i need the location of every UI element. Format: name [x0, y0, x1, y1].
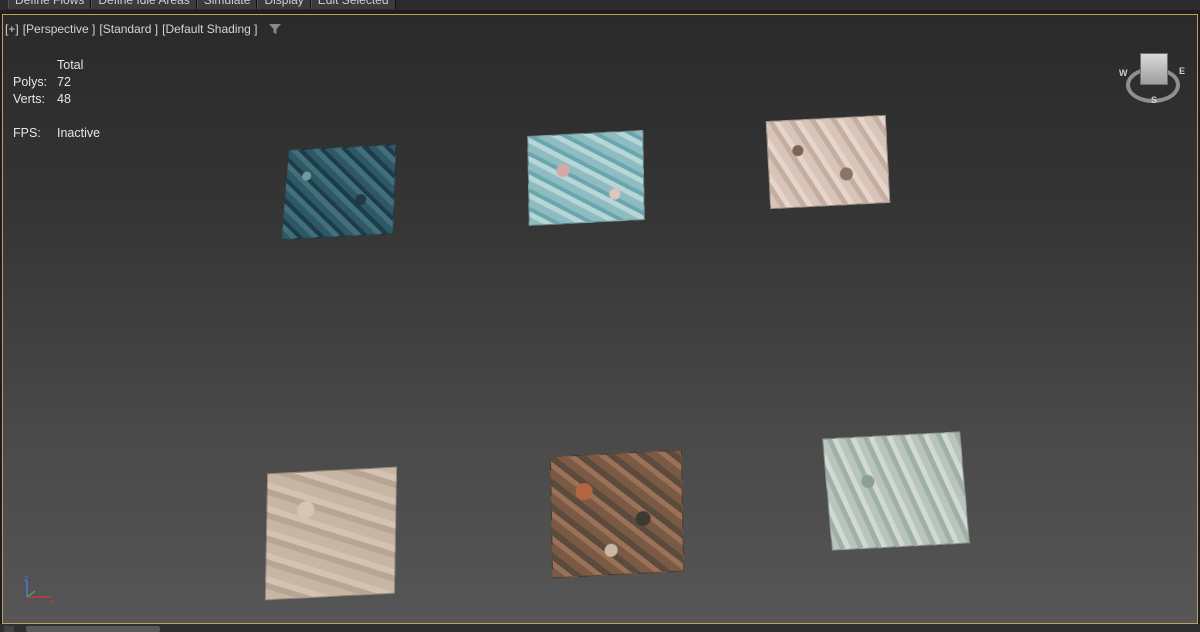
tab-display[interactable]: Display	[257, 0, 311, 9]
tab-edit-selected[interactable]: Edit Selected	[310, 0, 396, 9]
bottom-scrollbar[interactable]	[0, 624, 1200, 632]
perspective-viewport[interactable]: [+] [Perspective ] [Standard ] [Default …	[2, 14, 1198, 624]
viewport-style-menu[interactable]: [Standard ]	[99, 22, 158, 36]
viewcube-cube-icon[interactable]	[1140, 53, 1168, 85]
ribbon-tab-strip: Define Flows Define Idle Areas Simulate …	[0, 0, 1200, 10]
compass-west-label[interactable]: W	[1119, 68, 1128, 78]
ribbon-tabs: Define Flows Define Idle Areas Simulate …	[8, 0, 396, 9]
textured-plane[interactable]	[765, 114, 891, 210]
stats-header: Total	[57, 58, 84, 72]
polys-value: 72	[57, 75, 71, 89]
viewport-label-menu: [+] [Perspective ] [Standard ] [Default …	[5, 22, 282, 36]
compass-south-label[interactable]: S	[1151, 95, 1157, 105]
fps-value: Inactive	[57, 126, 101, 140]
axis-z-label: z	[24, 575, 28, 583]
tab-define-flows[interactable]: Define Flows	[8, 0, 92, 9]
polys-label: Polys:	[13, 75, 48, 89]
viewport-general-menu[interactable]: [+]	[5, 22, 19, 36]
textured-plane[interactable]	[281, 144, 396, 240]
textured-plane[interactable]	[549, 449, 685, 579]
textured-plane[interactable]	[264, 466, 398, 601]
fps-label: FPS:	[13, 126, 41, 140]
statistics-overlay: Total Polys: 72 Verts: 48 FPS: Inactive	[13, 57, 100, 142]
axis-x-label: x	[50, 598, 54, 605]
scrollbar-thumb[interactable]	[26, 626, 160, 632]
scroll-left-arrow[interactable]	[4, 626, 14, 632]
viewport-point-of-view-menu[interactable]: [Perspective ]	[23, 22, 96, 36]
compass-east-label[interactable]: E	[1179, 66, 1185, 76]
textured-plane[interactable]	[822, 431, 970, 551]
verts-label: Verts:	[13, 92, 45, 106]
verts-value: 48	[57, 92, 71, 106]
textured-plane[interactable]	[527, 129, 645, 227]
viewport-shading-menu[interactable]: [Default Shading ]	[162, 22, 257, 36]
funnel-icon[interactable]	[268, 22, 282, 36]
viewcube[interactable]: W E S	[1118, 43, 1188, 113]
tab-define-idle-areas[interactable]: Define Idle Areas	[91, 0, 197, 9]
tab-simulate[interactable]: Simulate	[196, 0, 258, 9]
axis-tripod-icon: z x	[24, 575, 54, 605]
